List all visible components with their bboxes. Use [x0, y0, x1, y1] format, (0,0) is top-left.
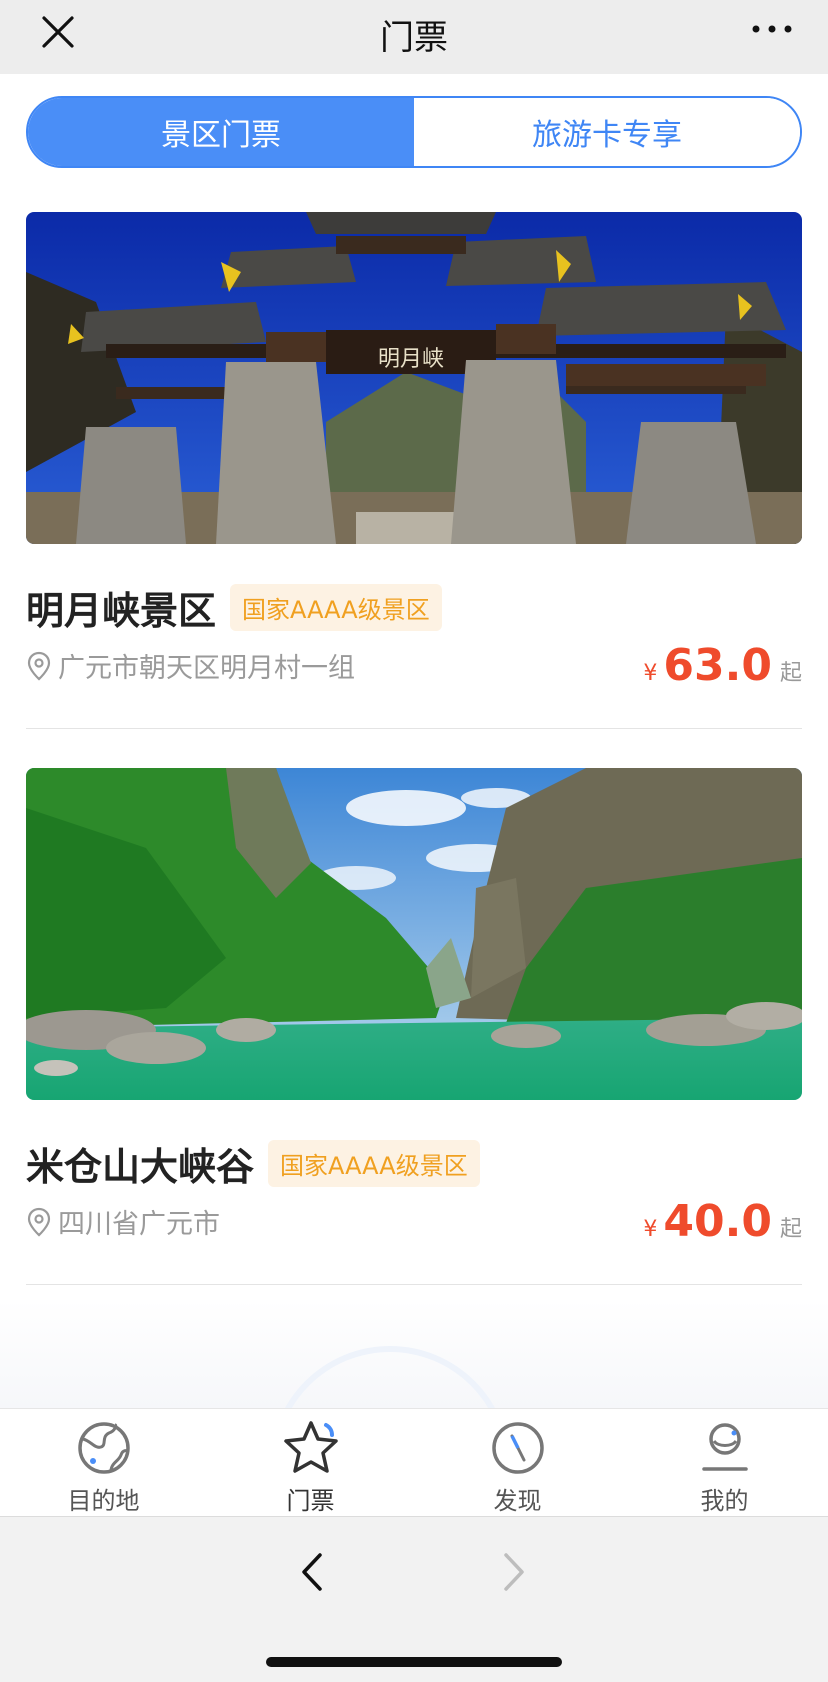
tab-label: 发现	[493, 1487, 542, 1515]
price-value: 40.0	[663, 1196, 772, 1247]
tab-scenic-tickets[interactable]: 景区门票	[28, 98, 414, 166]
attraction-title-row: 明月峡景区 国家AAAA级景区	[26, 580, 442, 635]
page-title: 门票	[380, 18, 448, 58]
globe-icon	[77, 1422, 130, 1474]
divider	[26, 1284, 802, 1285]
tab-mine[interactable]: 我的	[621, 1409, 828, 1516]
attraction-photo-gate[interactable]: 明月峡	[26, 212, 802, 544]
star-icon	[283, 1421, 338, 1473]
attraction-title-row: 米仓山大峡谷 国家AAAA级景区	[26, 1136, 480, 1191]
location-pin-icon	[27, 1207, 51, 1236]
location-pin-icon	[27, 651, 51, 680]
top-nav-bar: 门票	[0, 0, 828, 74]
attraction-card[interactable]: 明月峡 明月峡景区 国家AAAA级景区 广元市朝天区明月村一组 ¥ 63.0 起	[26, 212, 802, 729]
attraction-address: 四川省广元市	[58, 1209, 220, 1240]
attraction-address: 广元市朝天区明月村一组	[58, 653, 355, 684]
currency-symbol: ¥	[643, 1217, 658, 1242]
user-icon	[701, 1423, 748, 1471]
tab-label: 目的地	[67, 1487, 140, 1515]
more-icon[interactable]	[748, 14, 796, 44]
attraction-name: 明月峡景区	[26, 589, 217, 633]
divider	[26, 728, 802, 729]
currency-symbol: ¥	[643, 661, 658, 686]
compass-icon	[491, 1422, 544, 1474]
bottom-fade	[0, 1300, 828, 1466]
attraction-name: 米仓山大峡谷	[26, 1145, 255, 1189]
price-row: ¥ 63.0 起	[643, 640, 802, 691]
rating-badge: 国家AAAA级景区	[268, 1140, 480, 1187]
price-unit: 起	[779, 661, 802, 686]
price-row: ¥ 40.0 起	[643, 1196, 802, 1247]
tab-label: 我的	[700, 1487, 749, 1515]
attraction-address-row: 四川省广元市	[26, 1202, 220, 1241]
attraction-photo-canyon[interactable]	[26, 768, 802, 1100]
back-arrow-icon[interactable]	[292, 1547, 332, 1597]
price-unit: 起	[779, 1217, 802, 1242]
browser-toolbar	[0, 1516, 828, 1682]
forward-arrow-icon[interactable]	[494, 1547, 534, 1597]
rating-badge: 国家AAAA级景区	[230, 584, 442, 631]
tab-label: 门票	[286, 1487, 335, 1515]
home-indicator	[266, 1657, 562, 1667]
price-value: 63.0	[663, 640, 772, 691]
bottom-tab-bar: 目的地 门票 发现 我的	[0, 1408, 828, 1516]
ticket-type-tabs: 景区门票 旅游卡专享	[26, 96, 802, 168]
tab-discover[interactable]: 发现	[414, 1409, 621, 1516]
attraction-card[interactable]: 米仓山大峡谷 国家AAAA级景区 四川省广元市 ¥ 40.0 起	[26, 768, 802, 1285]
tab-destination[interactable]: 目的地	[0, 1409, 207, 1516]
gate-sign-text: 明月峡	[378, 347, 444, 372]
tab-tickets[interactable]: 门票	[207, 1409, 414, 1516]
tab-travel-card-exclusive[interactable]: 旅游卡专享	[414, 98, 800, 166]
attraction-address-row: 广元市朝天区明月村一组	[26, 646, 355, 685]
